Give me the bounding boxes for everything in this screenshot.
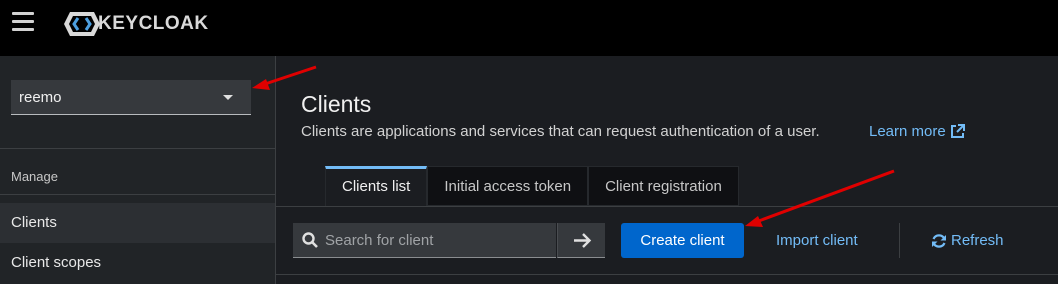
sidebar-item-client-scopes[interactable]: Client scopes [0, 243, 275, 283]
tab-initial-access-token[interactable]: Initial access token [427, 166, 589, 206]
caret-down-icon [223, 95, 233, 100]
tab-client-registration[interactable]: Client registration [588, 166, 739, 206]
main-content: Clients Clients are applications and ser… [276, 56, 1058, 284]
sidebar: reemo Manage Clients Client scopes [0, 56, 276, 284]
learn-more-link[interactable]: Learn more [869, 123, 965, 140]
tab-clients-list[interactable]: Clients list [325, 166, 428, 206]
masthead: KEYCLOAK [0, 0, 1058, 56]
external-link-icon [950, 124, 965, 138]
arrow-right-icon [574, 233, 592, 248]
keycloak-logo-mark [64, 12, 100, 36]
realm-selector[interactable]: reemo [11, 80, 251, 115]
toolbar-separator [899, 223, 900, 258]
create-client-button[interactable]: Create client [621, 223, 744, 258]
search-submit-button[interactable] [557, 223, 605, 258]
hamburger-menu-icon[interactable] [12, 12, 34, 32]
sidebar-divider [0, 148, 275, 149]
logo-text: KEYCLOAK [98, 13, 209, 34]
search-placeholder: Search for client [325, 232, 434, 249]
refresh-icon [932, 233, 946, 248]
import-client-button[interactable]: Import client [776, 223, 858, 258]
learn-more-label: Learn more [869, 123, 946, 140]
sidebar-item-clients[interactable]: Clients [0, 203, 275, 243]
realm-selector-value: reemo [19, 89, 62, 106]
refresh-label: Refresh [951, 232, 1004, 249]
keycloak-logo[interactable]: KEYCLOAK [64, 11, 209, 37]
tab-divider [276, 206, 1058, 207]
tab-bar: Clients list Initial access token Client… [325, 166, 739, 206]
search-icon [302, 232, 318, 248]
search-input[interactable]: Search for client [293, 223, 556, 258]
sidebar-divider [0, 194, 275, 195]
page-description: Clients are applications and services th… [301, 123, 820, 140]
toolbar-divider [276, 274, 1058, 275]
refresh-button[interactable]: Refresh [931, 223, 1004, 258]
page-title: Clients [301, 91, 372, 117]
sidebar-section-heading: Manage [11, 169, 58, 184]
